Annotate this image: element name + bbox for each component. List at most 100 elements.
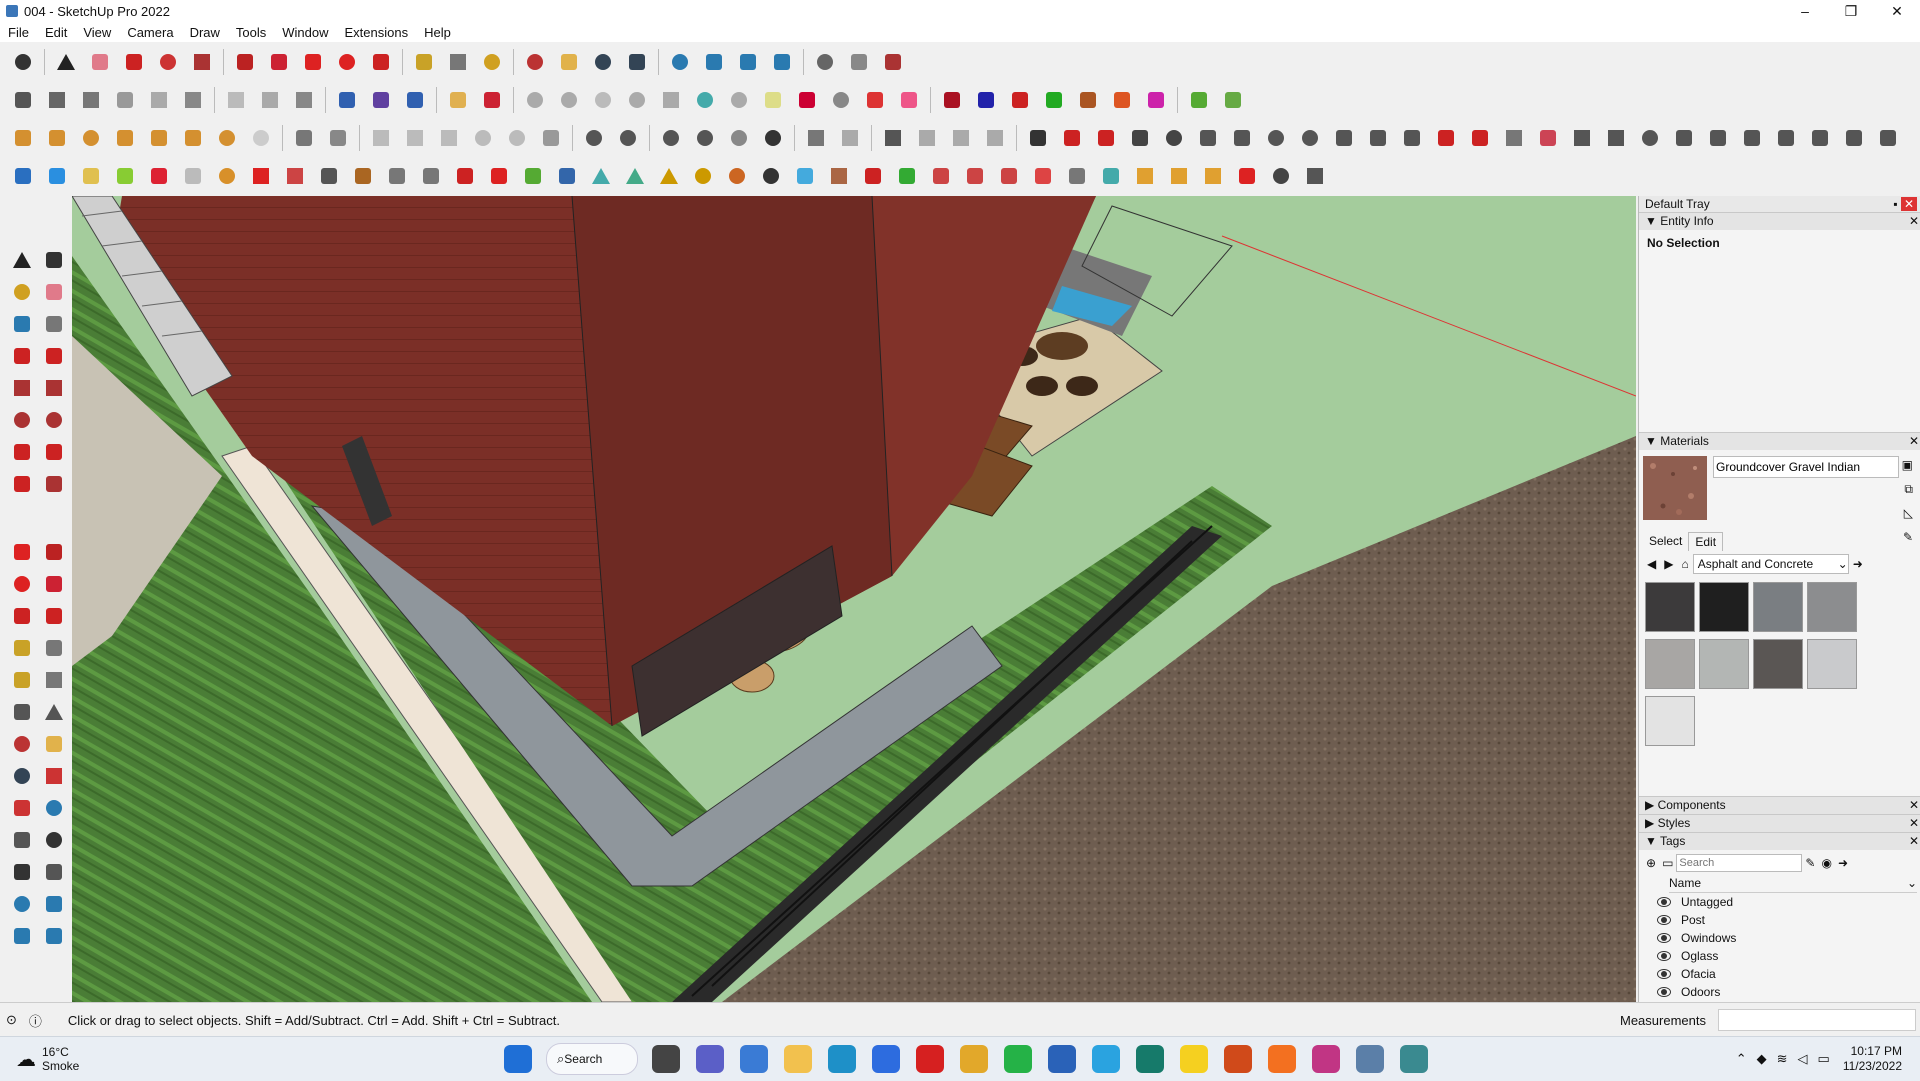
arc-red-icon[interactable] bbox=[1466, 124, 1494, 152]
menu-window[interactable]: Window bbox=[274, 25, 336, 40]
xray-icon[interactable] bbox=[111, 86, 139, 114]
followme-tool-icon[interactable] bbox=[40, 570, 68, 598]
tag-row[interactable]: Odoors bbox=[1639, 983, 1920, 1001]
section-fill-icon[interactable] bbox=[401, 86, 429, 114]
eraser-icon[interactable] bbox=[86, 48, 114, 76]
bezier-icon[interactable] bbox=[1024, 124, 1052, 152]
loop-orange-icon[interactable] bbox=[723, 162, 751, 190]
tag-row[interactable]: Untagged bbox=[1639, 893, 1920, 911]
zoom-tool-icon[interactable] bbox=[8, 762, 36, 790]
push-f-icon[interactable] bbox=[1142, 86, 1170, 114]
extension-warehouse-icon[interactable] bbox=[700, 48, 728, 76]
material-name-input[interactable] bbox=[1713, 456, 1899, 478]
fence-tool-icon[interactable] bbox=[1568, 124, 1596, 152]
chat-icon[interactable] bbox=[696, 1045, 724, 1073]
geo-location-icon[interactable]: ⊙ bbox=[0, 1012, 23, 1028]
menu-draw[interactable]: Draw bbox=[182, 25, 228, 40]
material-swatch[interactable] bbox=[1645, 582, 1695, 632]
gear-tool-icon[interactable] bbox=[1160, 124, 1188, 152]
freehand-icon[interactable] bbox=[154, 48, 182, 76]
group-icon[interactable] bbox=[222, 86, 250, 114]
teal-box-icon[interactable] bbox=[1097, 162, 1125, 190]
extrude-icon[interactable] bbox=[861, 86, 889, 114]
section-tool-icon[interactable] bbox=[40, 858, 68, 886]
section-cut-icon[interactable] bbox=[367, 86, 395, 114]
component-icon[interactable] bbox=[256, 86, 284, 114]
refresh-icon[interactable] bbox=[759, 124, 787, 152]
orbit-tool-icon[interactable] bbox=[8, 730, 36, 758]
file-explorer-icon[interactable] bbox=[784, 1045, 812, 1073]
eraser-tool-icon[interactable] bbox=[40, 278, 68, 306]
hand-grab-icon[interactable] bbox=[1636, 124, 1664, 152]
component-tool-icon[interactable] bbox=[8, 310, 36, 338]
calendar-app-icon[interactable] bbox=[740, 1045, 768, 1073]
material-swatch[interactable] bbox=[1699, 639, 1749, 689]
zoom-extents-icon[interactable] bbox=[9, 48, 37, 76]
start-icon[interactable] bbox=[504, 1045, 532, 1073]
sheet-tool-icon[interactable] bbox=[315, 162, 343, 190]
grid-layout-icon[interactable] bbox=[1301, 162, 1329, 190]
curve-red-icon[interactable] bbox=[451, 162, 479, 190]
shape-tool-icon[interactable] bbox=[111, 124, 139, 152]
box-brown-icon[interactable] bbox=[349, 162, 377, 190]
circle-draw-icon[interactable] bbox=[8, 406, 36, 434]
disk-tool-icon[interactable] bbox=[247, 124, 275, 152]
arrow-tool-icon[interactable] bbox=[1704, 124, 1732, 152]
hand-tool-icon[interactable] bbox=[537, 124, 565, 152]
frame-tool-3-icon[interactable] bbox=[947, 124, 975, 152]
cross-green-icon[interactable] bbox=[519, 162, 547, 190]
layout-tool-icon[interactable] bbox=[8, 922, 36, 950]
styles-header[interactable]: ▶ Styles ✕ bbox=[1639, 814, 1920, 832]
ext-manager-tool-icon[interactable] bbox=[40, 922, 68, 950]
arc-draw-icon[interactable] bbox=[8, 438, 36, 466]
rectangle-icon[interactable] bbox=[188, 48, 216, 76]
torus-icon[interactable] bbox=[725, 86, 753, 114]
knife-tool-icon[interactable] bbox=[1772, 124, 1800, 152]
clock[interactable]: 10:17 PM 11/23/2022 bbox=[1835, 1044, 1910, 1074]
scale-icon[interactable] bbox=[367, 48, 395, 76]
tray-app-icon[interactable]: ◆ bbox=[1752, 1051, 1772, 1067]
ellipse-icon[interactable] bbox=[623, 86, 651, 114]
distribute-tool-icon[interactable] bbox=[836, 124, 864, 152]
extension-manager-icon[interactable] bbox=[768, 48, 796, 76]
line-tool-icon[interactable] bbox=[8, 342, 36, 370]
frame-tool-2-icon[interactable] bbox=[913, 124, 941, 152]
menu-view[interactable]: View bbox=[75, 25, 119, 40]
whatsapp-icon[interactable] bbox=[1004, 1045, 1032, 1073]
tag-row[interactable]: Owindows bbox=[1639, 929, 1920, 947]
teapot-icon[interactable] bbox=[657, 124, 685, 152]
loop-yellow-icon[interactable] bbox=[689, 162, 717, 190]
bend-tool-icon[interactable] bbox=[213, 162, 241, 190]
loop-black-icon[interactable] bbox=[757, 162, 785, 190]
menu-tools[interactable]: Tools bbox=[228, 25, 274, 40]
snowflake-icon[interactable] bbox=[791, 162, 819, 190]
material-swatch[interactable] bbox=[1753, 639, 1803, 689]
task-view-icon[interactable] bbox=[652, 1045, 680, 1073]
top-view-icon[interactable] bbox=[43, 86, 71, 114]
eye-icon[interactable] bbox=[1657, 987, 1671, 997]
rect-tool-icon[interactable] bbox=[8, 374, 36, 402]
box-tool-icon[interactable] bbox=[401, 124, 429, 152]
freehand-tool-icon[interactable] bbox=[40, 342, 68, 370]
push-x-icon[interactable] bbox=[1108, 86, 1136, 114]
t-tool-icon[interactable] bbox=[145, 124, 173, 152]
polyline-icon[interactable] bbox=[1058, 124, 1086, 152]
material-swatch[interactable] bbox=[1807, 639, 1857, 689]
look-around-icon[interactable] bbox=[40, 826, 68, 854]
chevron-up-icon[interactable]: ⌃ bbox=[1731, 1051, 1752, 1067]
paint-bucket-icon[interactable] bbox=[478, 48, 506, 76]
fillet-tool-icon[interactable] bbox=[1262, 124, 1290, 152]
material-swatch[interactable] bbox=[1699, 582, 1749, 632]
iso-view-icon[interactable] bbox=[9, 86, 37, 114]
tag-row[interactable]: Post bbox=[1639, 911, 1920, 929]
railing-tool-icon[interactable] bbox=[1602, 124, 1630, 152]
color-by-tag-icon[interactable]: ◉ bbox=[1818, 856, 1834, 870]
parallelogram-icon[interactable] bbox=[657, 86, 685, 114]
face-red-icon[interactable] bbox=[145, 162, 173, 190]
tile-red-icon[interactable] bbox=[1029, 162, 1057, 190]
chrome-icon[interactable] bbox=[960, 1045, 988, 1073]
cross-blue-icon[interactable] bbox=[553, 162, 581, 190]
pie-icon[interactable] bbox=[40, 470, 68, 498]
table-tool-icon[interactable] bbox=[43, 124, 71, 152]
tape-tool-icon[interactable] bbox=[8, 634, 36, 662]
